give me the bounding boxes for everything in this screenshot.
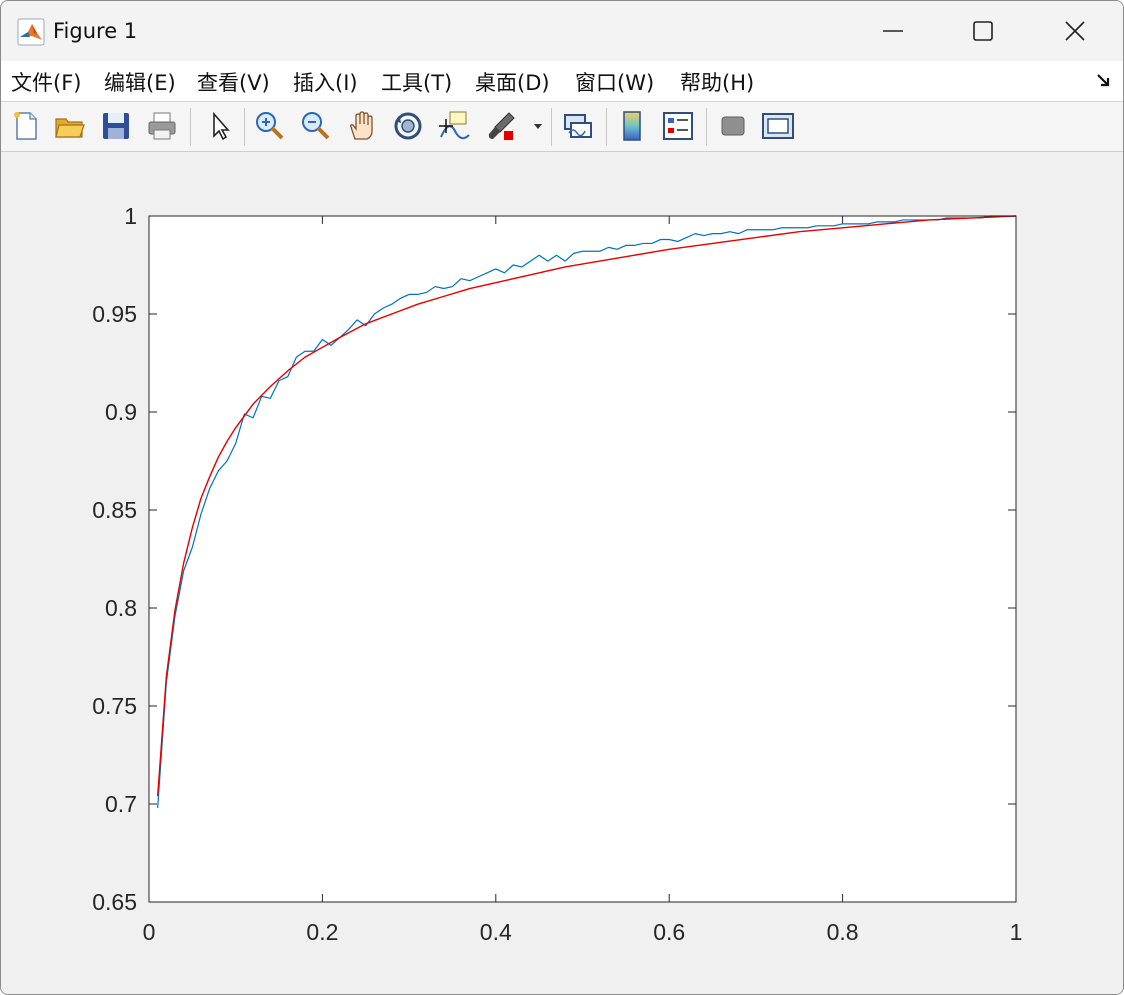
hide-plot-tools-icon[interactable] <box>716 109 750 143</box>
maximize-button[interactable] <box>937 1 1029 61</box>
show-plot-tools-icon[interactable] <box>761 109 795 143</box>
axes-background[interactable] <box>149 216 1016 902</box>
rotate-3d-icon[interactable] <box>391 109 425 143</box>
menu-view[interactable]: 查看(V) <box>197 67 270 97</box>
menu-file[interactable]: 文件(F) <box>11 67 81 97</box>
new-figure-icon[interactable] <box>9 109 43 143</box>
dock-arrow-icon[interactable] <box>1095 71 1113 89</box>
open-file-icon[interactable] <box>53 109 87 143</box>
menu-desktop[interactable]: 桌面(D) <box>475 67 550 97</box>
x-tick-label: 0.6 <box>653 919 685 945</box>
y-tick-label: 0.8 <box>105 595 137 621</box>
y-tick-label: 1 <box>124 203 137 229</box>
link-plot-icon[interactable] <box>561 109 595 143</box>
title-bar[interactable]: Figure 1 <box>1 1 1123 61</box>
legend-icon[interactable] <box>661 109 695 143</box>
brush-dropdown-icon[interactable] <box>531 109 545 143</box>
y-tick-label: 0.75 <box>92 693 137 719</box>
menu-edit[interactable]: 编辑(E) <box>104 67 176 97</box>
menu-window[interactable]: 窗口(W) <box>575 67 654 97</box>
plot-svg[interactable]: 0 0.2 0.4 0.6 0.8 1 0.65 0.7 0.75 0.8 0.85 0.9 0.95 1 <box>1 153 1123 994</box>
toolbar-separator <box>244 108 245 146</box>
zoom-out-icon[interactable] <box>299 109 333 143</box>
x-tick-label: 1 <box>1010 919 1023 945</box>
data-cursor-icon[interactable] <box>437 109 471 143</box>
colorbar-icon[interactable] <box>615 109 649 143</box>
x-tick-label: 0.2 <box>306 919 338 945</box>
close-icon <box>1065 21 1085 41</box>
figure-canvas[interactable]: 0 0.2 0.4 0.6 0.8 1 0.65 0.7 0.75 0.8 0.85 0.9 0.95 1 <box>1 153 1123 994</box>
close-button[interactable] <box>1029 1 1121 61</box>
y-tick-label: 0.95 <box>92 301 137 327</box>
toolbar-separator <box>551 108 552 146</box>
select-arrow-icon[interactable] <box>203 109 237 143</box>
toolbar-separator <box>190 108 191 146</box>
x-tick-label: 0.8 <box>827 919 859 945</box>
window-title: Figure 1 <box>53 19 138 43</box>
minimize-icon <box>883 30 903 32</box>
menu-bar: 文件(F) 编辑(E) 查看(V) 插入(I) 工具(T) 桌面(D) 窗口(W… <box>1 61 1123 102</box>
y-tick-label: 0.85 <box>92 497 137 523</box>
menu-insert[interactable]: 插入(I) <box>293 67 358 97</box>
matlab-logo-icon <box>17 18 45 46</box>
pan-hand-icon[interactable] <box>345 109 379 143</box>
figure-window: Figure 1 文件(F) 编辑(E) 查看(V) 插入(I) 工具(T) 桌… <box>0 0 1124 995</box>
maximize-icon <box>973 21 993 41</box>
toolbar-separator <box>706 108 707 146</box>
x-tick-label: 0 <box>143 919 156 945</box>
save-icon[interactable] <box>99 109 133 143</box>
menu-tools[interactable]: 工具(T) <box>381 67 452 97</box>
y-tick-label: 0.7 <box>105 791 137 817</box>
menu-help[interactable]: 帮助(H) <box>680 67 754 97</box>
zoom-in-icon[interactable] <box>253 109 287 143</box>
y-tick-label: 0.65 <box>92 889 137 915</box>
brush-icon[interactable] <box>485 109 519 143</box>
toolbar-separator <box>606 108 607 146</box>
minimize-button[interactable] <box>847 1 939 61</box>
y-tick-label: 0.9 <box>105 399 137 425</box>
x-tick-label: 0.4 <box>480 919 512 945</box>
figure-toolbar <box>1 102 1123 152</box>
print-icon[interactable] <box>145 109 179 143</box>
